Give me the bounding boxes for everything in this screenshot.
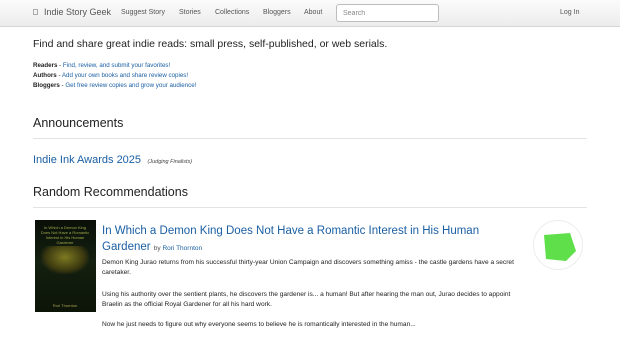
role-label: Authors bbox=[33, 72, 57, 79]
award-link[interactable]: Indie Ink Awards 2025 bbox=[33, 154, 141, 166]
book-cover[interactable]: In Which a Demon King Does Not Have a Ro… bbox=[35, 220, 96, 312]
announcement-item: Indie Ink Awards 2025 (Judging Finalists… bbox=[33, 150, 192, 168]
recommendations-heading: Random Recommendations bbox=[33, 185, 188, 199]
nav-bloggers[interactable]: Bloggers bbox=[263, 9, 291, 16]
readers-link[interactable]: Find, review, and submit your favorites! bbox=[63, 62, 170, 69]
role-label: Bloggers bbox=[33, 82, 60, 89]
award-note: (Judging Finalists) bbox=[147, 159, 193, 165]
divider bbox=[33, 138, 587, 139]
book-title-block: In Which a Demon King Does Not Have a Ro… bbox=[102, 223, 522, 257]
nav-stories[interactable]: Stories bbox=[179, 9, 201, 16]
role-label: Readers bbox=[33, 62, 58, 69]
byline-by: by bbox=[153, 245, 161, 252]
cover-title: In Which a Demon King Does Not Have a Ro… bbox=[40, 225, 90, 245]
role-line-bloggers: Bloggers - Get free review copies and gr… bbox=[33, 82, 197, 89]
book-icon bbox=[33, 9, 38, 15]
nav-about[interactable]: About bbox=[304, 9, 322, 16]
rating-badge-icon bbox=[544, 233, 576, 261]
brand-link[interactable]: Indie Story Geek bbox=[33, 7, 111, 17]
search-input[interactable] bbox=[336, 4, 439, 22]
rating-badge[interactable] bbox=[533, 220, 583, 270]
top-navbar: Indie Story Geek Suggest Story Stories C… bbox=[0, 0, 620, 27]
byline: by Rori Thornton bbox=[154, 245, 202, 252]
role-line-authors: Authors - Add your own books and share r… bbox=[33, 72, 189, 79]
cover-illustration bbox=[41, 246, 89, 274]
nav-suggest-story[interactable]: Suggest Story bbox=[121, 9, 165, 16]
brand-name: Indie Story Geek bbox=[44, 7, 112, 17]
book-description-1: Demon King Jurao returns from his succes… bbox=[102, 259, 514, 276]
announcements-heading: Announcements bbox=[33, 116, 124, 130]
cover-author: Rori Thornton bbox=[52, 303, 78, 308]
site-tagline: Find and share great indie reads: small … bbox=[33, 38, 388, 50]
book-description-3: Now he just needs to figure out why ever… bbox=[102, 321, 416, 328]
book-description-2: Using his authority over the sentient pl… bbox=[102, 291, 511, 308]
divider bbox=[33, 207, 587, 208]
bloggers-link[interactable]: Get free review copies and grow your aud… bbox=[65, 82, 196, 89]
author-link[interactable]: Rori Thornton bbox=[162, 245, 202, 252]
authors-link[interactable]: Add your own books and share review copi… bbox=[62, 72, 188, 79]
role-line-readers: Readers - Find, review, and submit your … bbox=[33, 62, 171, 69]
nav-collections[interactable]: Collections bbox=[215, 9, 249, 16]
login-link[interactable]: Log In bbox=[560, 9, 579, 16]
